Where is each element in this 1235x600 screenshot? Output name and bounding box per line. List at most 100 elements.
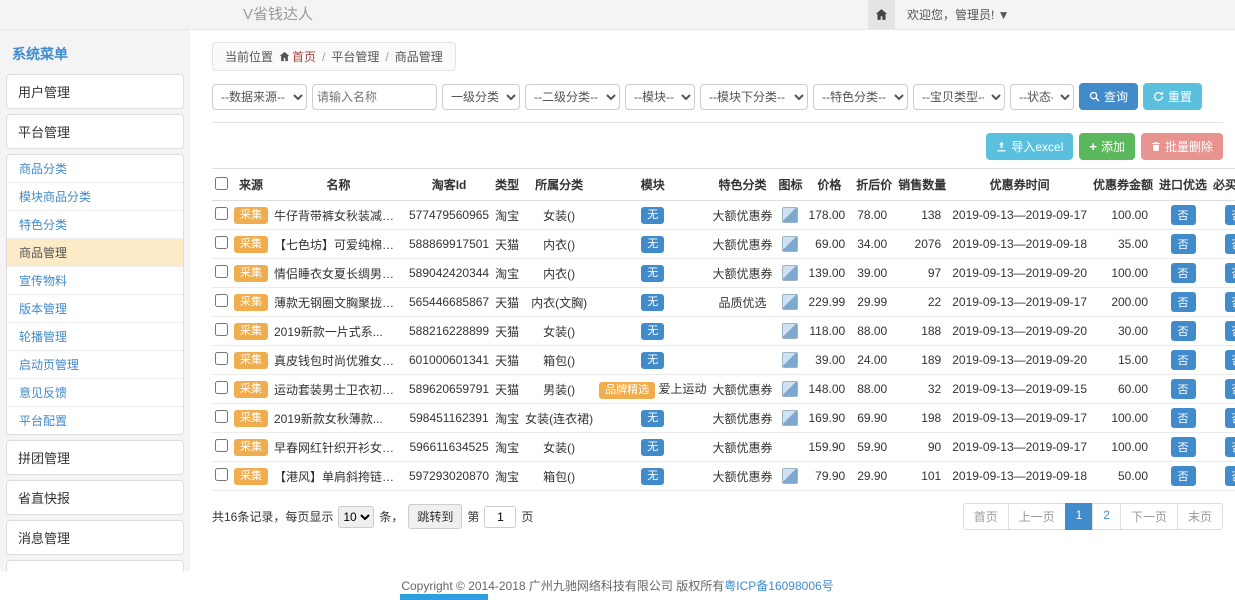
must-buy-toggle[interactable]: 否 — [1225, 205, 1235, 225]
level2-category-filter[interactable]: --二级分类-- — [525, 84, 620, 110]
coupon-amount: 100.00 — [1111, 208, 1148, 222]
sidebar-item-version-mgmt[interactable]: 版本管理 — [7, 295, 183, 323]
level1-category-filter[interactable]: 一级分类 — [442, 84, 520, 110]
discount-price: 39.00 — [857, 266, 887, 280]
sidebar-item-feedback[interactable]: 意见反馈 — [7, 379, 183, 407]
name-search-input[interactable] — [312, 84, 437, 110]
sales-count: 188 — [921, 324, 941, 338]
import-select-toggle[interactable]: 否 — [1171, 379, 1196, 399]
product-category: 女装() — [543, 209, 575, 223]
sidebar-item-module-goods-category[interactable]: 模块商品分类 — [7, 183, 183, 211]
module-badge: 品牌精选 — [599, 382, 655, 399]
icp-link[interactable]: 粤ICP备16098006号 — [724, 577, 833, 594]
row-checkbox[interactable] — [215, 207, 228, 220]
row-checkbox[interactable] — [215, 468, 228, 481]
sidebar-item-order-mgmt[interactable]: 订单管理 — [6, 560, 184, 571]
data-source-filter[interactable]: --数据来源-- — [212, 84, 307, 110]
coupon-time: 2019-09-13—2019-09-18 — [952, 469, 1087, 483]
must-buy-toggle[interactable]: 否 — [1225, 292, 1235, 312]
module-filter[interactable]: --模块-- — [625, 84, 695, 110]
sidebar-item-goods-category[interactable]: 商品分类 — [7, 155, 183, 183]
breadcrumb-item-platform[interactable]: 平台管理 — [331, 48, 379, 65]
select-all-checkbox[interactable] — [215, 177, 228, 190]
batch-delete-button[interactable]: 批量删除 — [1141, 133, 1223, 160]
sales-count: 32 — [928, 382, 941, 396]
sidebar-item-promo-materials[interactable]: 宣传物料 — [7, 267, 183, 295]
row-checkbox[interactable] — [215, 410, 228, 423]
status-filter[interactable]: --状态-- — [1010, 84, 1074, 110]
coupon-time: 2019-09-13—2019-09-15 — [952, 382, 1087, 396]
user-menu[interactable]: 欢迎您，管理员! ▼ — [907, 6, 1010, 23]
must-buy-toggle[interactable]: 否 — [1225, 234, 1235, 254]
sales-count: 90 — [928, 440, 941, 454]
page-size-select[interactable]: 10 — [338, 506, 374, 528]
taoke-id: 588216228899 — [409, 324, 489, 338]
page-button[interactable]: 上一页 — [1008, 503, 1066, 530]
sidebar-item-groupbuy-mgmt[interactable]: 拼团管理 — [6, 440, 184, 475]
sidebar-item-carousel-mgmt[interactable]: 轮播管理 — [7, 323, 183, 351]
column-header: 淘客Id — [406, 169, 492, 201]
sidebar-item-message-mgmt[interactable]: 消息管理 — [6, 520, 184, 555]
breadcrumb-home-link[interactable]: 首页 — [279, 48, 316, 65]
product-category: 内衣(文胸) — [531, 296, 587, 310]
products-table: 来源名称淘客Id类型所属分类模块特色分类图标价格折后价销售数量优惠券时间优惠券金… — [212, 168, 1235, 491]
must-buy-toggle[interactable]: 否 — [1225, 379, 1235, 399]
add-button[interactable]: + 添加 — [1079, 133, 1135, 160]
jump-page-input[interactable] — [484, 506, 516, 528]
row-checkbox[interactable] — [215, 265, 228, 278]
refresh-icon — [1153, 91, 1164, 102]
special-category-filter[interactable]: --特色分类-- — [813, 84, 908, 110]
row-checkbox[interactable] — [215, 236, 228, 249]
price: 159.90 — [809, 440, 846, 454]
import-select-toggle[interactable]: 否 — [1171, 205, 1196, 225]
import-select-toggle[interactable]: 否 — [1171, 437, 1196, 457]
product-name: 真皮钱包时尚优雅女士... — [274, 354, 404, 368]
must-buy-toggle[interactable]: 否 — [1225, 408, 1235, 428]
sidebar-item-splash-mgmt[interactable]: 启动页管理 — [7, 351, 183, 379]
divider — [212, 122, 1223, 123]
module-badge: 无 — [641, 207, 664, 224]
import-select-toggle[interactable]: 否 — [1171, 350, 1196, 370]
row-checkbox[interactable] — [215, 439, 228, 452]
import-select-toggle[interactable]: 否 — [1171, 408, 1196, 428]
sidebar-item-platform-config[interactable]: 平台配置 — [7, 407, 183, 434]
coupon-amount: 100.00 — [1111, 266, 1148, 280]
page-button[interactable]: 末页 — [1177, 503, 1223, 530]
sales-count: 189 — [921, 353, 941, 367]
import-select-toggle[interactable]: 否 — [1171, 466, 1196, 486]
page-button[interactable]: 1 — [1065, 503, 1094, 530]
sidebar-item-special-category[interactable]: 特色分类 — [7, 211, 183, 239]
sidebar-item-platform-mgmt[interactable]: 平台管理 — [6, 114, 184, 149]
page-button[interactable]: 首页 — [963, 503, 1009, 530]
row-checkbox[interactable] — [215, 323, 228, 336]
special-category: 品质优选 — [718, 296, 766, 310]
must-buy-toggle[interactable]: 否 — [1225, 263, 1235, 283]
search-button[interactable]: 查询 — [1079, 83, 1138, 110]
module-sub-filter[interactable]: --模块下分类-- — [700, 84, 808, 110]
page-button[interactable]: 2 — [1092, 503, 1121, 530]
special-category: 大额优惠券 — [712, 238, 772, 252]
coupon-time: 2019-09-13—2019-09-17 — [952, 208, 1087, 222]
must-buy-toggle[interactable]: 否 — [1225, 466, 1235, 486]
import-select-toggle[interactable]: 否 — [1171, 234, 1196, 254]
jump-button[interactable]: 跳转到 — [408, 504, 462, 529]
import-select-toggle[interactable]: 否 — [1171, 292, 1196, 312]
sidebar-item-express-report[interactable]: 省直快报 — [6, 480, 184, 515]
must-buy-toggle[interactable]: 否 — [1225, 350, 1235, 370]
import-select-toggle[interactable]: 否 — [1171, 321, 1196, 341]
sidebar-item-goods-mgmt[interactable]: 商品管理 — [7, 239, 183, 267]
page-button[interactable]: 下一页 — [1120, 503, 1178, 530]
sidebar-item-user-mgmt[interactable]: 用户管理 — [6, 74, 184, 109]
must-buy-toggle[interactable]: 否 — [1225, 437, 1235, 457]
product-thumbnail — [782, 236, 798, 252]
row-checkbox[interactable] — [215, 352, 228, 365]
reset-button[interactable]: 重置 — [1143, 83, 1202, 110]
home-button[interactable] — [868, 0, 895, 29]
import-excel-button[interactable]: 导入excel — [986, 133, 1073, 160]
sales-count: 138 — [921, 208, 941, 222]
import-select-toggle[interactable]: 否 — [1171, 263, 1196, 283]
row-checkbox[interactable] — [215, 294, 228, 307]
must-buy-toggle[interactable]: 否 — [1225, 321, 1235, 341]
row-checkbox[interactable] — [215, 381, 228, 394]
item-type-filter[interactable]: --宝贝类型-- — [913, 84, 1005, 110]
